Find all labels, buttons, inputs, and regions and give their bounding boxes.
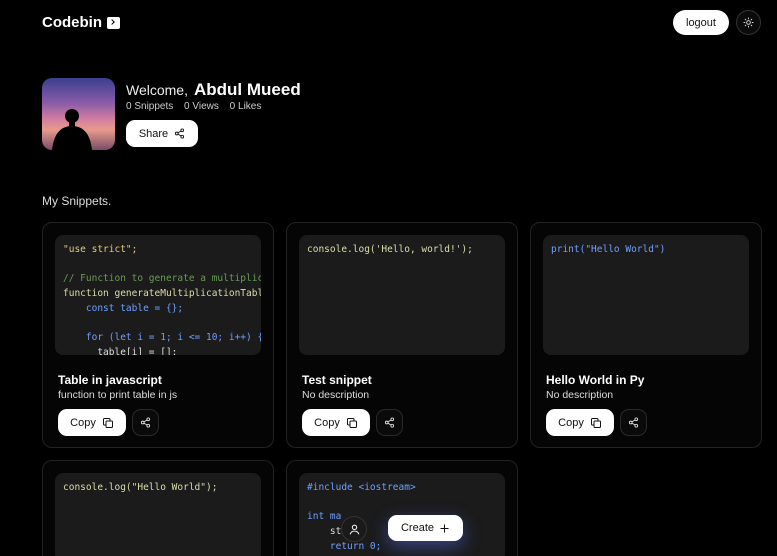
code-line: const table = {}; <box>63 302 184 314</box>
copy-button[interactable]: Copy <box>302 409 370 436</box>
code-line: console.log("Hello World"); <box>63 482 218 493</box>
brand-name: Codebin <box>42 14 102 31</box>
snippet-description: No description <box>546 389 614 401</box>
theme-toggle-button[interactable] <box>736 10 761 35</box>
avatar-silhouette <box>52 109 92 150</box>
sun-icon <box>743 17 754 28</box>
profile-button[interactable] <box>341 516 367 542</box>
snippet-card[interactable]: console.log('Hello, world!'); Test snipp… <box>286 222 518 448</box>
share-label: Share <box>138 127 169 140</box>
code-line: // Function to generate a multiplicat <box>63 273 261 285</box>
avatar <box>42 78 115 150</box>
header: Codebin logout <box>0 0 777 46</box>
code-line: "use strict"; <box>63 244 138 255</box>
code-line: console.log('Hello, world!'); <box>307 244 473 255</box>
copy-icon <box>102 417 113 428</box>
snippet-title: Table in javascript <box>58 373 162 387</box>
copy-label: Copy <box>558 416 584 429</box>
share-profile-button[interactable]: Share <box>126 120 198 147</box>
likes-count: 0 Likes <box>229 101 262 112</box>
copy-button[interactable]: Copy <box>58 409 126 436</box>
user-name: Abdul Mueed <box>193 80 301 99</box>
copy-button[interactable]: Copy <box>546 409 614 436</box>
snippets-count: 0 Snippets <box>126 101 174 112</box>
welcome-heading: Welcome, Abdul Mueed <box>126 80 301 100</box>
code-line: #include <iostream> <box>307 482 416 493</box>
brand-logo[interactable]: Codebin <box>42 14 120 31</box>
share-snippet-button[interactable] <box>620 409 647 436</box>
code-line: print("Hello World") <box>551 244 666 255</box>
profile-stats: 0 Snippets 0 Views 0 Likes <box>126 101 269 112</box>
share-snippet-button[interactable] <box>132 409 159 436</box>
share-icon <box>628 417 639 428</box>
plus-icon <box>440 523 449 533</box>
code-preview: "use strict"; // Function to generate a … <box>55 235 261 355</box>
code-line: for (let i = 1; i <= 10; i++) { <box>63 332 261 344</box>
copy-icon <box>346 417 357 428</box>
snippet-card[interactable]: print("Hello World") Hello World in Py N… <box>530 222 762 448</box>
welcome-label: Welcome, <box>126 82 188 98</box>
share-icon <box>140 417 151 428</box>
code-line: table[i] = []; <box>63 346 178 355</box>
share-icon <box>175 128 185 139</box>
code-line: function generateMultiplicationTable( <box>63 288 261 300</box>
code-preview: console.log('Hello, world!'); <box>299 235 505 355</box>
terminal-icon <box>107 16 120 29</box>
copy-label: Copy <box>314 416 340 429</box>
code-preview: console.log("Hello World"); <box>55 473 261 556</box>
create-label: Create <box>400 522 435 534</box>
snippet-title: Test snippet <box>302 373 372 387</box>
snippet-description: function to print table in js <box>58 389 178 401</box>
snippet-title: Hello World in Py <box>546 373 645 387</box>
section-title: My Snippets. <box>42 194 112 208</box>
logout-button[interactable]: logout <box>673 10 729 35</box>
code-preview: print("Hello World") <box>543 235 749 355</box>
copy-label: Copy <box>70 416 96 429</box>
share-snippet-button[interactable] <box>376 409 403 436</box>
snippet-card[interactable]: console.log("Hello World"); <box>42 460 274 556</box>
views-count: 0 Views <box>184 101 219 112</box>
copy-icon <box>590 417 601 428</box>
snippet-description: No description <box>302 389 370 401</box>
create-snippet-button[interactable]: Create <box>388 515 463 541</box>
user-icon <box>349 524 359 535</box>
share-icon <box>384 417 395 428</box>
snippet-card[interactable]: "use strict"; // Function to generate a … <box>42 222 274 448</box>
floating-dock: Create <box>337 513 467 544</box>
